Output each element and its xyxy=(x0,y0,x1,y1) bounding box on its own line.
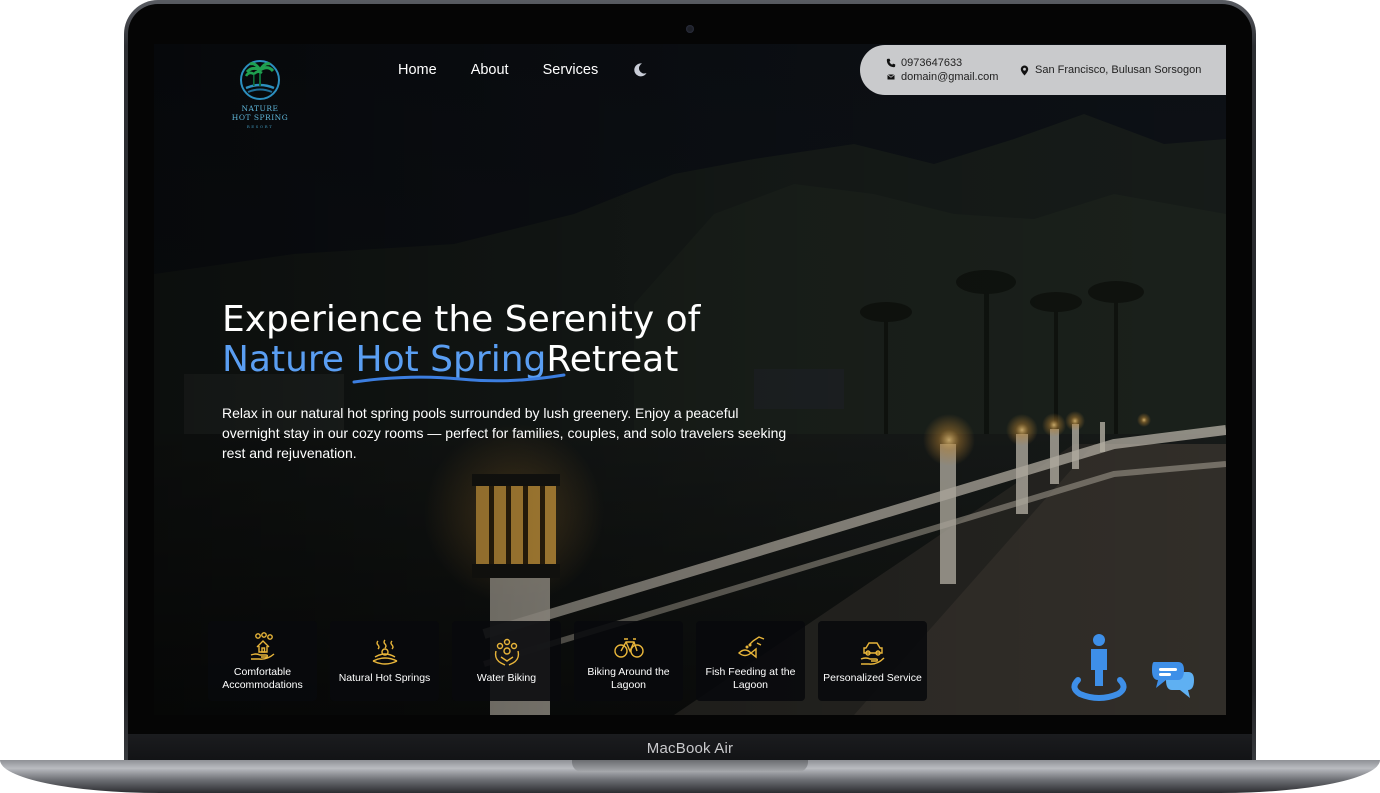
logo-line-1: NATURE xyxy=(241,104,279,113)
logo-text: NATURE HOT SPRING RESORT xyxy=(220,104,300,131)
laptop-notch xyxy=(572,760,808,772)
location-text: San Francisco, Bulusan Sorsogon xyxy=(1035,64,1202,76)
hero-title-line-1: Experience the Serenity of xyxy=(222,299,701,340)
moon-icon[interactable] xyxy=(632,62,648,78)
phone-icon xyxy=(886,58,896,68)
hero-accent-nature: Nature xyxy=(222,339,356,380)
logo-line-2: HOT SPRING xyxy=(231,113,289,122)
nav-services[interactable]: Services xyxy=(543,62,599,78)
email-address: domain@gmail.com xyxy=(901,71,999,83)
feature-card[interactable]: Natural Hot Springs xyxy=(330,621,439,701)
feature-label: Biking Around the Lagoon xyxy=(587,665,670,691)
feature-card[interactable]: Fish Feeding at the Lagoon xyxy=(696,621,805,701)
main-nav: Home About Services xyxy=(398,62,648,78)
feature-card[interactable]: Water Biking xyxy=(452,621,561,701)
underline-swoosh-icon xyxy=(352,373,566,384)
hero-title-line-2: Nature Hot Spring Retreat xyxy=(222,339,862,384)
camera-icon xyxy=(686,25,694,33)
feature-card[interactable]: Biking Around the Lagoon xyxy=(574,621,683,701)
envelope-icon xyxy=(887,74,895,80)
feature-label: Natural Hot Springs xyxy=(338,672,431,684)
contact-email[interactable]: domain@gmail.com xyxy=(886,71,998,83)
accessibility-icon[interactable] xyxy=(1066,634,1132,704)
nav-about[interactable]: About xyxy=(471,62,509,78)
website-screen: NATURE HOT SPRING RESORT Home About Serv… xyxy=(154,44,1226,715)
hero-accent-hot-spring: Hot Spring xyxy=(352,340,566,384)
nav-home[interactable]: Home xyxy=(398,62,437,78)
hero-title: Experience the Serenity of Nature Hot Sp… xyxy=(222,299,862,384)
map-pin-icon xyxy=(1020,65,1029,75)
contact-bar: 0973647633 domain@gmail.com San Francisc… xyxy=(860,45,1226,95)
phone-number: 0973647633 xyxy=(901,57,963,69)
feature-cards: Comfortable Accommodations Natural Hot S… xyxy=(208,621,927,701)
feature-label: Personalized Service xyxy=(823,672,922,684)
feature-label: Water Biking xyxy=(476,672,537,684)
fish-feeding-icon xyxy=(737,635,764,658)
contact-phone[interactable]: 0973647633 xyxy=(886,57,962,69)
device-label: MacBook Air xyxy=(646,740,734,757)
contact-location[interactable]: San Francisco, Bulusan Sorsogon xyxy=(1020,64,1201,76)
water-biking-icon xyxy=(494,638,519,666)
hero-description: Relax in our natural hot spring pools su… xyxy=(222,405,787,461)
feature-label: Comfortable Accommodations xyxy=(222,665,303,691)
hot-spring-icon xyxy=(372,639,397,665)
resort-logo[interactable]: NATURE HOT SPRING RESORT xyxy=(228,58,292,130)
feature-card[interactable]: Comfortable Accommodations xyxy=(208,621,317,701)
bicycle-icon xyxy=(613,637,644,658)
house-hand-icon xyxy=(250,631,274,660)
car-hand-icon xyxy=(860,642,884,665)
chat-icon[interactable] xyxy=(1150,658,1196,702)
palm-tree-logo-icon xyxy=(240,60,280,100)
feature-card[interactable]: Personalized Service xyxy=(818,621,927,701)
logo-line-3: RESORT xyxy=(246,124,274,129)
feature-label: Fish Feeding at the Lagoon xyxy=(705,665,796,691)
